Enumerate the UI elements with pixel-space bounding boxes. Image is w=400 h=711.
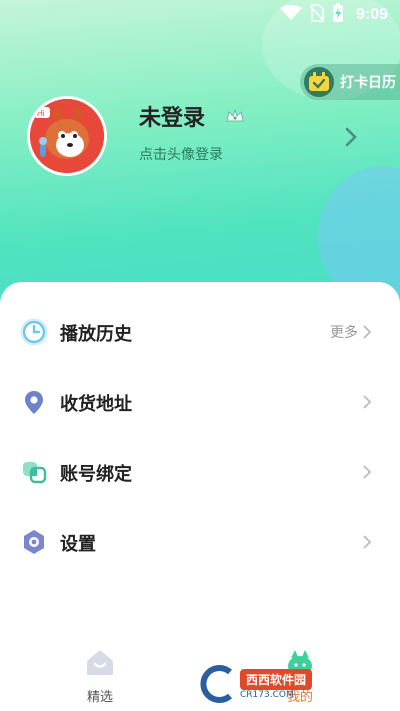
chevron-right-icon <box>362 464 372 484</box>
chevron-right-icon[interactable] <box>344 126 358 152</box>
chevron-right-icon <box>362 324 372 344</box>
watermark-url: CR173.COM <box>240 689 294 700</box>
menu-item-label: 账号绑定 <box>60 464 132 485</box>
menu-item-label: 播放历史 <box>60 324 132 345</box>
checkin-calendar-button[interactable]: 打卡日历 <box>300 64 400 100</box>
settings-icon <box>20 528 48 556</box>
clock-icon <box>20 318 48 346</box>
no-sim-icon <box>309 4 325 26</box>
tab-featured[interactable]: 精选 <box>60 648 140 708</box>
status-bar: 9:09 <box>0 0 400 30</box>
checkin-label: 打卡日历 <box>340 75 396 91</box>
status-time: 9:09 <box>355 6 388 23</box>
home-icon <box>83 648 117 682</box>
chevron-right-icon <box>362 394 372 414</box>
watermark-logo-icon <box>200 665 232 703</box>
location-pin-icon <box>20 388 48 416</box>
calendar-icon <box>304 67 334 97</box>
menu-item-label: 设置 <box>60 534 96 555</box>
avatar[interactable]: Hi <box>27 96 107 176</box>
watermark-brand: 西西软件园 <box>240 668 313 690</box>
profile-name[interactable]: 未登录 <box>139 100 205 132</box>
battery-charging-icon <box>332 3 344 27</box>
level-badge-icon <box>226 108 244 127</box>
svg-text:Hi: Hi <box>37 109 45 118</box>
chevron-right-icon <box>362 534 372 554</box>
menu-item-account-binding[interactable]: 账号绑定 <box>0 450 400 494</box>
login-prompt[interactable]: 点击头像登录 <box>139 144 223 164</box>
fox-avatar: Hi <box>30 99 104 173</box>
tab-label: 精选 <box>86 690 113 705</box>
menu-item-settings[interactable]: 设置 <box>0 520 400 564</box>
more-link[interactable]: 更多 <box>330 322 358 342</box>
menu-item-play-history[interactable]: 播放历史 更多 <box>0 310 400 354</box>
menu-item-label: 收货地址 <box>60 394 132 415</box>
watermark: 西西软件园 CR173.COM <box>200 660 385 708</box>
menu-item-shipping-address[interactable]: 收货地址 <box>0 380 400 424</box>
link-icon <box>20 458 48 486</box>
wifi-icon <box>279 4 302 25</box>
